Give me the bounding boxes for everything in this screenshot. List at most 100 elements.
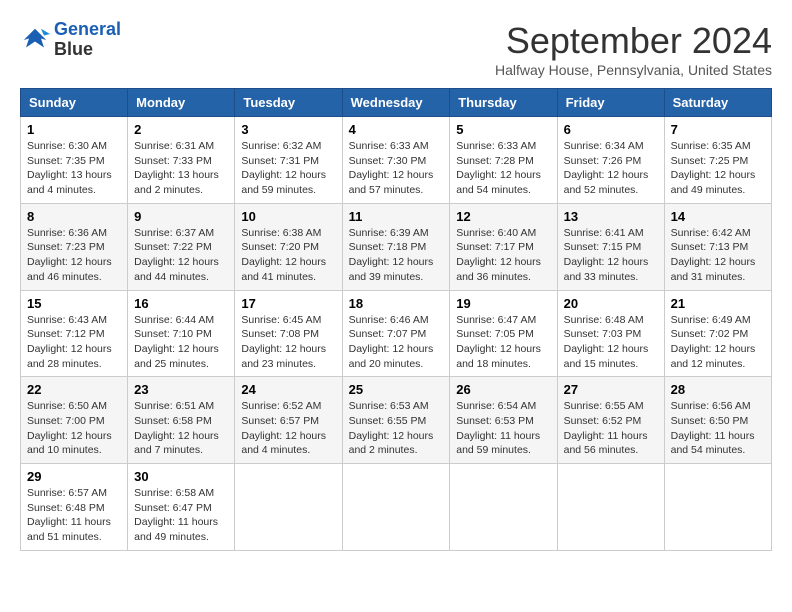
calendar-table: SundayMondayTuesdayWednesdayThursdayFrid… (20, 88, 772, 551)
day-info: Sunrise: 6:46 AM Sunset: 7:07 PM Dayligh… (349, 313, 444, 372)
calendar-cell: 16 Sunrise: 6:44 AM Sunset: 7:10 PM Dayli… (128, 290, 235, 377)
logo-icon (20, 25, 50, 55)
day-info: Sunrise: 6:39 AM Sunset: 7:18 PM Dayligh… (349, 226, 444, 285)
day-number: 15 (27, 296, 121, 311)
calendar-cell: 18 Sunrise: 6:46 AM Sunset: 7:07 PM Dayli… (342, 290, 450, 377)
header-thursday: Thursday (450, 89, 557, 117)
day-info: Sunrise: 6:32 AM Sunset: 7:31 PM Dayligh… (241, 139, 335, 198)
day-info: Sunrise: 6:50 AM Sunset: 7:00 PM Dayligh… (27, 399, 121, 458)
calendar-cell: 5 Sunrise: 6:33 AM Sunset: 7:28 PM Daylig… (450, 117, 557, 204)
title-section: September 2024 Halfway House, Pennsylvan… (495, 20, 772, 78)
day-info: Sunrise: 6:43 AM Sunset: 7:12 PM Dayligh… (27, 313, 121, 372)
day-info: Sunrise: 6:52 AM Sunset: 6:57 PM Dayligh… (241, 399, 335, 458)
day-info: Sunrise: 6:42 AM Sunset: 7:13 PM Dayligh… (671, 226, 765, 285)
day-info: Sunrise: 6:44 AM Sunset: 7:10 PM Dayligh… (134, 313, 228, 372)
calendar-cell: 8 Sunrise: 6:36 AM Sunset: 7:23 PM Daylig… (21, 203, 128, 290)
day-number: 10 (241, 209, 335, 224)
day-info: Sunrise: 6:38 AM Sunset: 7:20 PM Dayligh… (241, 226, 335, 285)
header-friday: Friday (557, 89, 664, 117)
day-number: 17 (241, 296, 335, 311)
calendar-week-1: 1Sunrise: 6:30 AM Sunset: 7:35 PM Daylig… (21, 117, 772, 204)
day-number: 14 (671, 209, 765, 224)
day-info: Sunrise: 6:30 AM Sunset: 7:35 PM Dayligh… (27, 139, 121, 198)
day-number: 11 (349, 209, 444, 224)
day-info: Sunrise: 6:45 AM Sunset: 7:08 PM Dayligh… (241, 313, 335, 372)
day-info: Sunrise: 6:54 AM Sunset: 6:53 PM Dayligh… (456, 399, 550, 458)
day-info: Sunrise: 6:56 AM Sunset: 6:50 PM Dayligh… (671, 399, 765, 458)
header-sunday: Sunday (21, 89, 128, 117)
calendar-cell (450, 464, 557, 551)
day-number: 23 (134, 382, 228, 397)
day-info: Sunrise: 6:51 AM Sunset: 6:58 PM Dayligh… (134, 399, 228, 458)
day-number: 3 (241, 122, 335, 137)
day-info: Sunrise: 6:58 AM Sunset: 6:47 PM Dayligh… (134, 486, 228, 545)
calendar-cell: 23 Sunrise: 6:51 AM Sunset: 6:58 PM Dayli… (128, 377, 235, 464)
calendar-cell: 4 Sunrise: 6:33 AM Sunset: 7:30 PM Daylig… (342, 117, 450, 204)
calendar-cell (557, 464, 664, 551)
day-number: 18 (349, 296, 444, 311)
day-number: 27 (564, 382, 658, 397)
calendar-cell: 21 Sunrise: 6:49 AM Sunset: 7:02 PM Dayli… (664, 290, 771, 377)
calendar-cell: 15 Sunrise: 6:43 AM Sunset: 7:12 PM Dayli… (21, 290, 128, 377)
day-number: 21 (671, 296, 765, 311)
calendar-cell: 17 Sunrise: 6:45 AM Sunset: 7:08 PM Dayli… (235, 290, 342, 377)
day-info: Sunrise: 6:40 AM Sunset: 7:17 PM Dayligh… (456, 226, 550, 285)
day-info: Sunrise: 6:35 AM Sunset: 7:25 PM Dayligh… (671, 139, 765, 198)
day-info: Sunrise: 6:53 AM Sunset: 6:55 PM Dayligh… (349, 399, 444, 458)
calendar-cell: 29Sunrise: 6:57 AM Sunset: 6:48 PM Dayli… (21, 464, 128, 551)
calendar-cell: 24Sunrise: 6:52 AM Sunset: 6:57 PM Dayli… (235, 377, 342, 464)
day-number: 28 (671, 382, 765, 397)
calendar-cell (235, 464, 342, 551)
day-number: 26 (456, 382, 550, 397)
day-number: 20 (564, 296, 658, 311)
calendar-header-row: SundayMondayTuesdayWednesdayThursdayFrid… (21, 89, 772, 117)
day-info: Sunrise: 6:34 AM Sunset: 7:26 PM Dayligh… (564, 139, 658, 198)
day-number: 9 (134, 209, 228, 224)
day-number: 29 (27, 469, 121, 484)
calendar-cell: 22 Sunrise: 6:50 AM Sunset: 7:00 PM Dayli… (21, 377, 128, 464)
calendar-cell: 26 Sunrise: 6:54 AM Sunset: 6:53 PM Dayli… (450, 377, 557, 464)
calendar-cell: 20 Sunrise: 6:48 AM Sunset: 7:03 PM Dayli… (557, 290, 664, 377)
day-info: Sunrise: 6:48 AM Sunset: 7:03 PM Dayligh… (564, 313, 658, 372)
logo-text: General Blue (54, 20, 121, 60)
calendar-cell: 14 Sunrise: 6:42 AM Sunset: 7:13 PM Dayli… (664, 203, 771, 290)
header-tuesday: Tuesday (235, 89, 342, 117)
calendar-week-5: 29Sunrise: 6:57 AM Sunset: 6:48 PM Dayli… (21, 464, 772, 551)
day-number: 13 (564, 209, 658, 224)
calendar-cell (664, 464, 771, 551)
day-info: Sunrise: 6:33 AM Sunset: 7:30 PM Dayligh… (349, 139, 444, 198)
calendar-cell: 12Sunrise: 6:40 AM Sunset: 7:17 PM Dayli… (450, 203, 557, 290)
day-info: Sunrise: 6:36 AM Sunset: 7:23 PM Dayligh… (27, 226, 121, 285)
day-number: 8 (27, 209, 121, 224)
calendar-cell: 3 Sunrise: 6:32 AM Sunset: 7:31 PM Daylig… (235, 117, 342, 204)
day-number: 5 (456, 122, 550, 137)
calendar-cell: 7 Sunrise: 6:35 AM Sunset: 7:25 PM Daylig… (664, 117, 771, 204)
day-info: Sunrise: 6:49 AM Sunset: 7:02 PM Dayligh… (671, 313, 765, 372)
day-number: 7 (671, 122, 765, 137)
month-title: September 2024 (495, 20, 772, 62)
header-monday: Monday (128, 89, 235, 117)
location-subtitle: Halfway House, Pennsylvania, United Stat… (495, 62, 772, 78)
header-saturday: Saturday (664, 89, 771, 117)
calendar-cell: 13 Sunrise: 6:41 AM Sunset: 7:15 PM Dayli… (557, 203, 664, 290)
calendar-cell: 2 Sunrise: 6:31 AM Sunset: 7:33 PM Daylig… (128, 117, 235, 204)
calendar-cell: 25Sunrise: 6:53 AM Sunset: 6:55 PM Dayli… (342, 377, 450, 464)
day-info: Sunrise: 6:55 AM Sunset: 6:52 PM Dayligh… (564, 399, 658, 458)
calendar-week-4: 22 Sunrise: 6:50 AM Sunset: 7:00 PM Dayli… (21, 377, 772, 464)
day-number: 4 (349, 122, 444, 137)
calendar-week-3: 15 Sunrise: 6:43 AM Sunset: 7:12 PM Dayli… (21, 290, 772, 377)
day-info: Sunrise: 6:31 AM Sunset: 7:33 PM Dayligh… (134, 139, 228, 198)
day-info: Sunrise: 6:41 AM Sunset: 7:15 PM Dayligh… (564, 226, 658, 285)
calendar-cell: 27 Sunrise: 6:55 AM Sunset: 6:52 PM Dayli… (557, 377, 664, 464)
calendar-cell: 11 Sunrise: 6:39 AM Sunset: 7:18 PM Dayli… (342, 203, 450, 290)
calendar-cell: 1Sunrise: 6:30 AM Sunset: 7:35 PM Daylig… (21, 117, 128, 204)
day-info: Sunrise: 6:33 AM Sunset: 7:28 PM Dayligh… (456, 139, 550, 198)
calendar-cell: 28 Sunrise: 6:56 AM Sunset: 6:50 PM Dayli… (664, 377, 771, 464)
calendar-cell: 30Sunrise: 6:58 AM Sunset: 6:47 PM Dayli… (128, 464, 235, 551)
calendar-cell: 9Sunrise: 6:37 AM Sunset: 7:22 PM Daylig… (128, 203, 235, 290)
day-number: 2 (134, 122, 228, 137)
day-number: 6 (564, 122, 658, 137)
logo: General Blue (20, 20, 121, 60)
day-number: 22 (27, 382, 121, 397)
day-number: 16 (134, 296, 228, 311)
